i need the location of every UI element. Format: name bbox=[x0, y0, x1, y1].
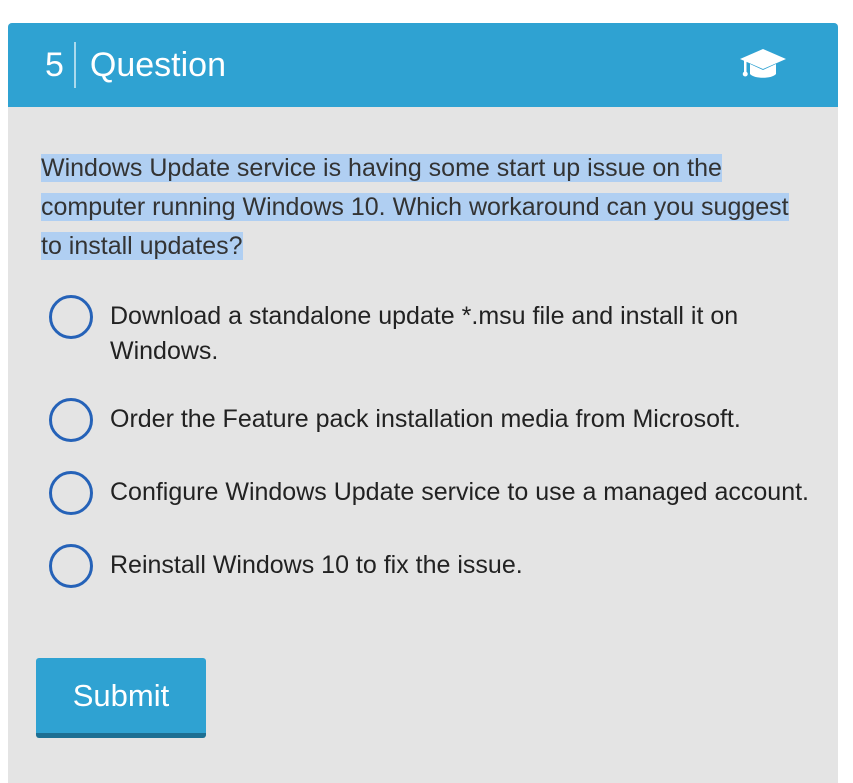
question-text: Windows Update service is having some st… bbox=[41, 149, 811, 266]
answer-option-4[interactable]: Reinstall Windows 10 to fix the issue. bbox=[49, 542, 809, 588]
answer-option-label[interactable]: Order the Feature pack installation medi… bbox=[110, 396, 741, 437]
answer-options: Download a standalone update *.msu file … bbox=[49, 293, 809, 615]
answer-option-label[interactable]: Reinstall Windows 10 to fix the issue. bbox=[110, 542, 523, 583]
radio-button[interactable] bbox=[49, 398, 93, 442]
answer-option-label[interactable]: Configure Windows Update service to use … bbox=[110, 469, 809, 510]
question-card: 5 Question Windows Update service is hav… bbox=[8, 23, 838, 783]
answer-option-2[interactable]: Order the Feature pack installation medi… bbox=[49, 396, 809, 442]
question-text-highlight: Windows Update service is having some st… bbox=[41, 154, 789, 260]
graduation-cap-icon bbox=[740, 49, 786, 78]
answer-option-3[interactable]: Configure Windows Update service to use … bbox=[49, 469, 809, 515]
radio-button[interactable] bbox=[49, 295, 93, 339]
question-number: 5 bbox=[45, 42, 76, 88]
question-title: Question bbox=[89, 46, 227, 84]
submit-button[interactable]: Submit bbox=[36, 658, 206, 738]
answer-option-label[interactable]: Download a standalone update *.msu file … bbox=[110, 293, 809, 369]
answer-option-1[interactable]: Download a standalone update *.msu file … bbox=[49, 293, 809, 369]
radio-button[interactable] bbox=[49, 471, 93, 515]
question-header: 5 Question bbox=[8, 23, 838, 107]
radio-button[interactable] bbox=[49, 544, 93, 588]
